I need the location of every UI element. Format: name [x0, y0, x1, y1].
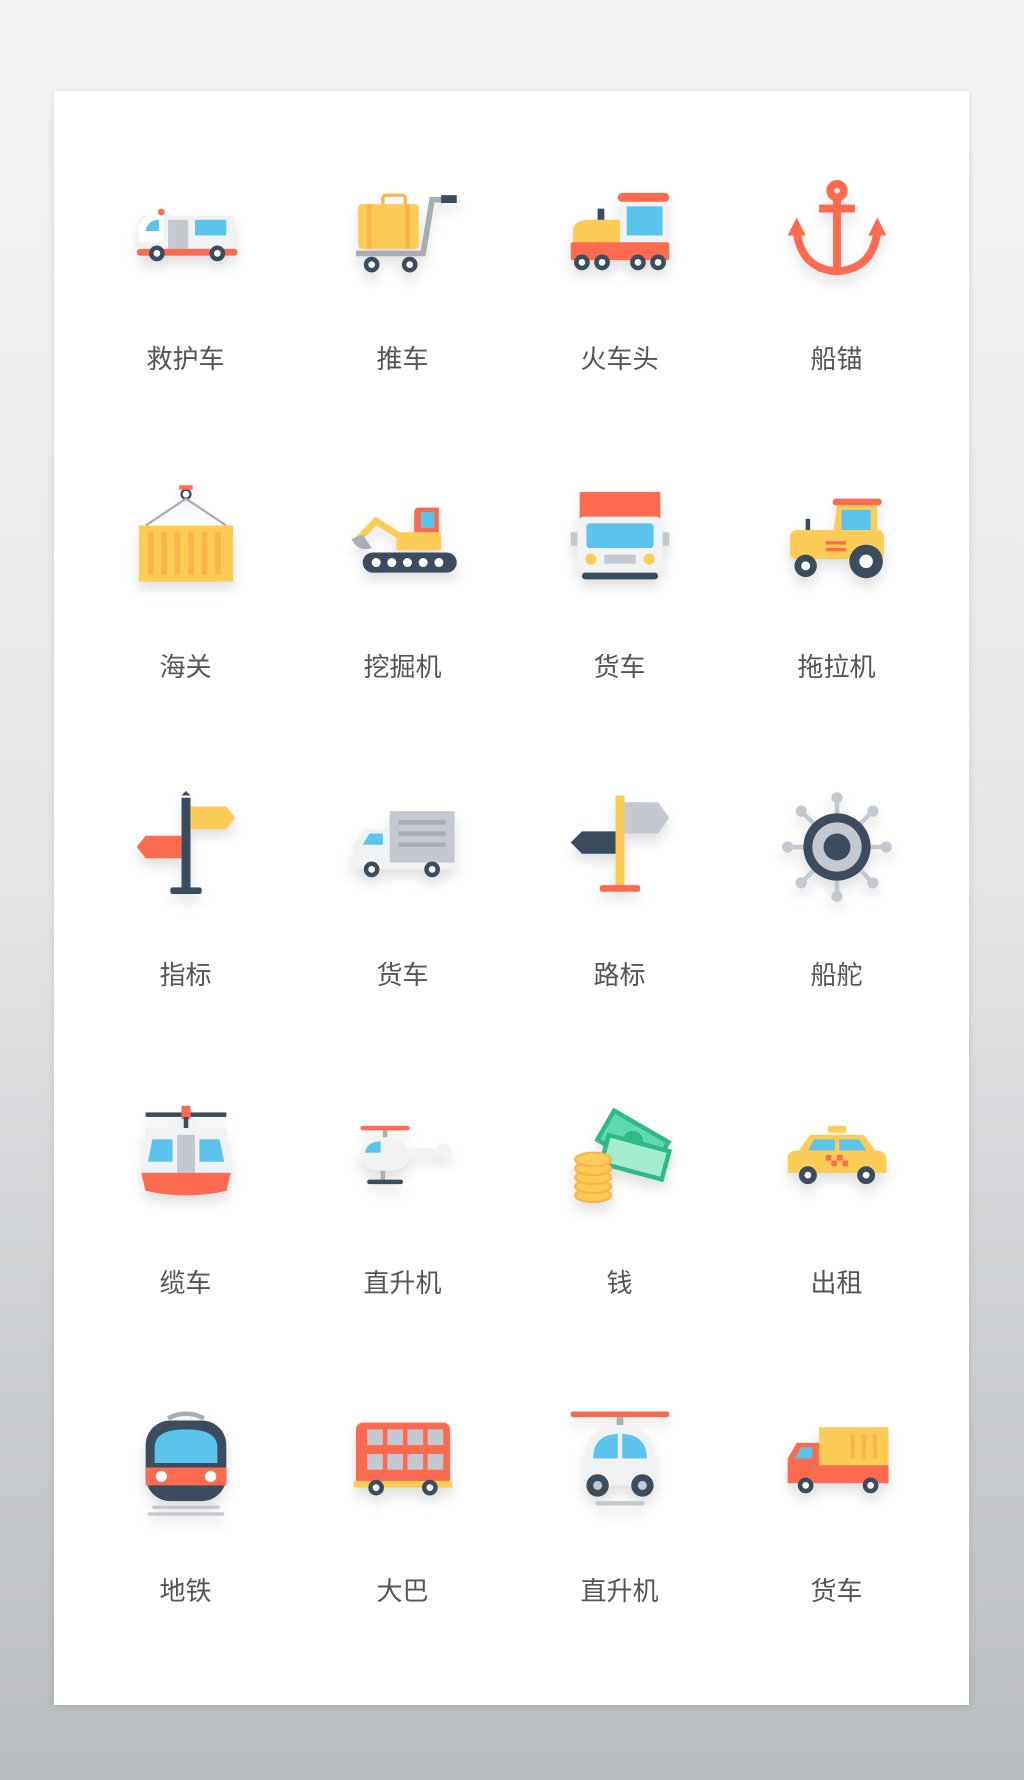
dump-truck-icon	[781, 1407, 893, 1519]
item-label: 海关	[159, 653, 212, 683]
item-label: 推车	[376, 345, 429, 375]
item-label: 挖掘机	[363, 653, 442, 683]
icon-item: 钱	[511, 1055, 728, 1363]
icon-item: 货车	[728, 1363, 945, 1671]
icon-item: 火车头	[511, 131, 728, 439]
item-label: 货车	[376, 961, 429, 991]
icon-item: 直升机	[511, 1363, 728, 1671]
icon-item: 船锚	[728, 131, 945, 439]
icon-item: 大巴	[294, 1363, 511, 1671]
icon-item: 海关	[77, 439, 294, 747]
icon-item: 地铁	[77, 1363, 294, 1671]
icon-item: 缆车	[77, 1055, 294, 1363]
excavator-icon	[347, 483, 459, 595]
ambulance-icon	[130, 175, 242, 287]
double-decker-bus-icon	[347, 1407, 459, 1519]
tractor-icon	[781, 483, 893, 595]
anchor-icon	[781, 175, 893, 287]
icon-item: 拖拉机	[728, 439, 945, 747]
item-label: 货车	[810, 1577, 863, 1607]
helicopter-icon	[347, 1099, 459, 1211]
subway-icon	[130, 1407, 242, 1519]
road-sign-icon	[564, 791, 676, 903]
item-label: 地铁	[159, 1577, 212, 1607]
icon-item: 指标	[77, 747, 294, 1055]
truck-front-icon	[564, 483, 676, 595]
item-label: 船舵	[810, 961, 863, 991]
icon-item: 挖掘机	[294, 439, 511, 747]
item-label: 船锚	[810, 345, 863, 375]
item-label: 直升机	[363, 1269, 442, 1299]
item-label: 钱	[606, 1269, 633, 1299]
item-label: 拖拉机	[797, 653, 876, 683]
money-icon	[564, 1099, 676, 1211]
luggage-cart-icon	[347, 175, 459, 287]
icon-item: 路标	[511, 747, 728, 1055]
signpost-icon	[130, 791, 242, 903]
delivery-truck-icon	[347, 791, 459, 903]
icon-sheet-card: 救护车 推车 火车头 船锚 海关 挖掘机 货车 拖拉机 指标 货车 路标 船舵 …	[54, 91, 969, 1705]
item-label: 货车	[593, 653, 646, 683]
item-label: 救护车	[146, 345, 225, 375]
icon-item: 救护车	[77, 131, 294, 439]
icon-item: 货车	[511, 439, 728, 747]
item-label: 指标	[159, 961, 212, 991]
cargo-container-icon	[130, 483, 242, 595]
item-label: 直升机	[580, 1577, 659, 1607]
item-label: 出租	[810, 1269, 863, 1299]
icon-item: 推车	[294, 131, 511, 439]
taxi-icon	[781, 1099, 893, 1211]
item-label: 火车头	[580, 345, 659, 375]
item-label: 大巴	[376, 1577, 429, 1607]
helicopter-front-icon	[564, 1407, 676, 1519]
ship-wheel-icon	[781, 791, 893, 903]
icon-item: 直升机	[294, 1055, 511, 1363]
item-label: 路标	[593, 961, 646, 991]
icon-grid: 救护车 推车 火车头 船锚 海关 挖掘机 货车 拖拉机 指标 货车 路标 船舵 …	[77, 131, 945, 1671]
icon-item: 出租	[728, 1055, 945, 1363]
locomotive-icon	[564, 175, 676, 287]
icon-item: 货车	[294, 747, 511, 1055]
cable-car-icon	[130, 1099, 242, 1211]
item-label: 缆车	[159, 1269, 212, 1299]
icon-item: 船舵	[728, 747, 945, 1055]
